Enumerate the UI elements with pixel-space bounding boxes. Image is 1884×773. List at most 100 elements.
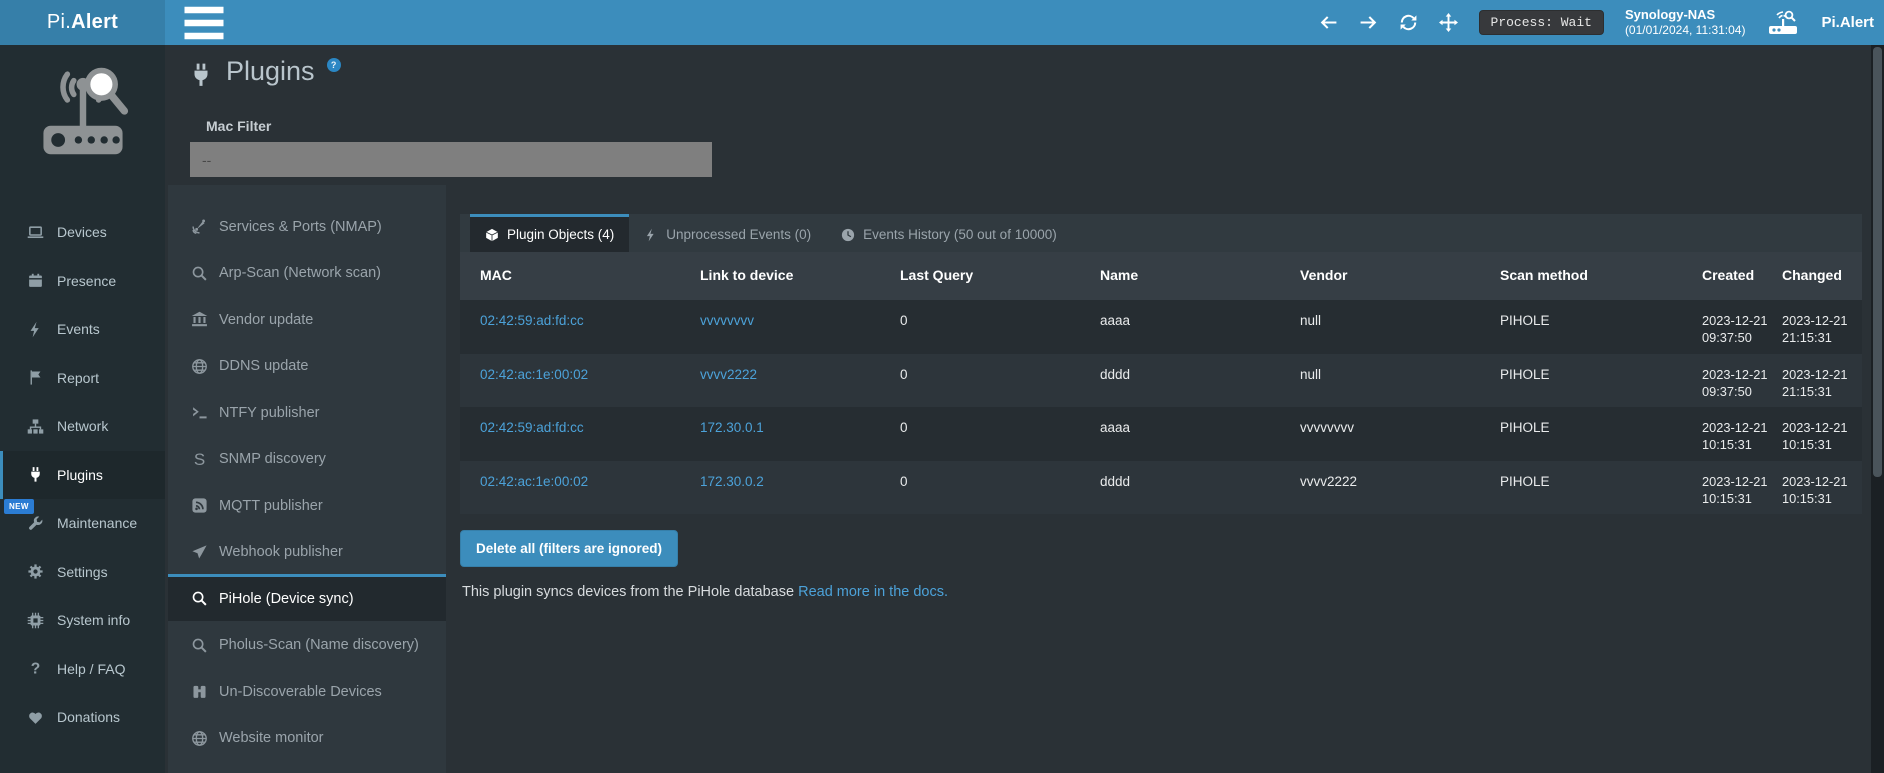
pialert-app: Pi.Alert Process: Wait Synology-NAS (01/… — [0, 0, 1884, 773]
column-header-changed: Changed — [1782, 252, 1862, 300]
sidebar-item-settings[interactable]: Settings — [0, 548, 165, 597]
plugin-nav-item-undiscoverable[interactable]: Un-Discoverable Devices — [168, 667, 446, 714]
mac-link[interactable]: 02:42:59:ad:fd:cc — [480, 420, 584, 435]
table-row: 02:42:59:ad:fd:cc vvvvvvvv 0 aaaa null P… — [460, 300, 1862, 354]
sidebar-item-plugins[interactable]: Plugins — [0, 451, 165, 500]
mac-filter-input[interactable] — [190, 142, 712, 177]
plugin-nav-label: Webhook publisher — [219, 544, 343, 560]
plugin-nav-label: Services & Ports (NMAP) — [219, 219, 382, 235]
plugin-nav-item-vendor-update[interactable]: Vendor update — [168, 295, 446, 342]
column-header-name: Name — [1100, 252, 1300, 300]
plugin-description-text: This plugin syncs devices from the PiHol… — [462, 584, 798, 600]
plugin-description: This plugin syncs devices from the PiHol… — [462, 584, 948, 600]
bolt-icon — [27, 321, 44, 338]
wrench-icon — [27, 515, 44, 532]
mac-link[interactable]: 02:42:ac:1e:00:02 — [480, 367, 588, 382]
vertical-scrollbar — [1871, 45, 1884, 773]
flag-icon — [27, 369, 44, 386]
changed-value: 2023-12-2121:15:31 — [1782, 300, 1862, 354]
plugin-nav-item-pihole[interactable]: PiHole (Device sync) — [168, 574, 446, 621]
sidebar-item-label: Presence — [57, 273, 116, 289]
vendor-value: null — [1300, 354, 1500, 408]
vendor-value: vvvvvvvv — [1300, 407, 1500, 461]
chip-icon — [27, 612, 44, 629]
nav-forward-icon[interactable] — [1359, 13, 1378, 32]
scan-method-value: PIHOLE — [1500, 461, 1702, 515]
nav-back-icon[interactable] — [1319, 13, 1338, 32]
scan-method-value: PIHOLE — [1500, 354, 1702, 408]
device-link[interactable]: vvvv2222 — [700, 367, 757, 382]
column-header-mac: MAC — [460, 252, 700, 300]
mac-link[interactable]: 02:42:ac:1e:00:02 — [480, 474, 588, 489]
binoculars-icon — [191, 683, 208, 700]
scrollbar-thumb[interactable] — [1873, 47, 1882, 477]
sidebar-item-donations[interactable]: Donations — [0, 693, 165, 742]
plugin-nav-label: NTFY publisher — [219, 405, 319, 421]
plugin-nav-item-website-monitor[interactable]: Website monitor — [168, 714, 446, 761]
sidebar-item-report[interactable]: Report — [0, 354, 165, 403]
plugin-nav-item-pholus[interactable]: Pholus-Scan (Name discovery) — [168, 621, 446, 668]
sidebar-item-label: Events — [57, 321, 100, 337]
device-link[interactable]: 172.30.0.2 — [700, 474, 764, 489]
sidebar-item-network[interactable]: Network — [0, 402, 165, 451]
cube-icon — [485, 228, 499, 242]
sidebar-item-system-info[interactable]: System info — [0, 596, 165, 645]
sidebar-item-label: Donations — [57, 709, 120, 725]
paper-plane-icon — [191, 544, 208, 561]
top-header: Pi.Alert Process: Wait Synology-NAS (01/… — [0, 0, 1884, 45]
sidebar-item-label: Plugins — [57, 467, 103, 483]
device-link[interactable]: 172.30.0.1 — [700, 420, 764, 435]
calendar-icon — [27, 272, 44, 289]
plugin-nav-item-snmp[interactable]: S SNMP discovery — [168, 435, 446, 482]
plugin-nav-item-mqtt[interactable]: MQTT publisher — [168, 481, 446, 528]
router-logo-icon — [1766, 10, 1800, 36]
docs-link[interactable]: Read more in the docs. — [798, 584, 948, 600]
tab-unprocessed-events[interactable]: Unprocessed Events (0) — [629, 214, 826, 252]
plugin-nav-item-ntfy[interactable]: NTFY publisher — [168, 388, 446, 435]
brand-prefix: Pi. — [47, 11, 71, 34]
plugin-nav-label: MQTT publisher — [219, 498, 323, 514]
plugin-nav-item-nmap[interactable]: Services & Ports (NMAP) — [168, 202, 446, 249]
plugin-nav-item-webhook[interactable]: Webhook publisher — [168, 528, 446, 575]
name-value: dddd — [1100, 354, 1300, 408]
terminal-icon — [191, 404, 208, 421]
device-link[interactable]: vvvvvvvv — [700, 313, 754, 328]
svg-text:S: S — [194, 451, 205, 468]
gear-icon — [27, 563, 44, 580]
tab-events-history[interactable]: Events History (50 out of 10000) — [826, 214, 1072, 252]
bolt-icon — [644, 228, 658, 242]
plugin-nav-label: SNMP discovery — [219, 451, 326, 467]
svg-text:?: ? — [31, 661, 41, 678]
pialert-router-logo — [0, 57, 165, 165]
page-title-text: Plugins — [226, 56, 315, 87]
search-icon — [191, 590, 208, 607]
rss-icon — [191, 497, 208, 514]
help-badge-icon[interactable]: ? — [327, 58, 341, 72]
heart-icon — [27, 709, 44, 726]
plugin-nav-label: PiHole (Device sync) — [219, 591, 354, 607]
plugin-nav-item-ddns[interactable]: DDNS update — [168, 342, 446, 389]
last-query-value: 0 — [900, 354, 1100, 408]
sidebar-item-label: Maintenance — [57, 515, 137, 531]
new-feature-badge: NEW — [4, 499, 34, 514]
brand-bold: Alert — [71, 11, 118, 34]
tab-plugin-objects[interactable]: Plugin Objects (4) — [470, 214, 629, 252]
sidebar-item-presence[interactable]: Presence — [0, 257, 165, 306]
last-query-value: 0 — [900, 407, 1100, 461]
fullscreen-move-icon[interactable] — [1439, 13, 1458, 32]
created-value: 2023-12-2109:37:50 — [1702, 300, 1782, 354]
refresh-icon[interactable] — [1399, 13, 1418, 32]
bank-icon — [191, 311, 208, 328]
sidebar-item-help-faq[interactable]: ? Help / FAQ — [0, 645, 165, 694]
sidebar-item-events[interactable]: Events — [0, 305, 165, 354]
plugin-nav-panel: Services & Ports (NMAP) Arp-Scan (Networ… — [168, 185, 446, 773]
hamburger-menu-icon[interactable] — [178, 0, 230, 45]
vendor-value: null — [1300, 300, 1500, 354]
delete-all-button[interactable]: Delete all (filters are ignored) — [460, 530, 678, 567]
sidebar-item-devices[interactable]: Devices — [0, 208, 165, 257]
sidebar-item-label: Help / FAQ — [57, 661, 125, 677]
tab-label: Plugin Objects (4) — [507, 227, 614, 242]
plugin-nav-item-arpscan[interactable]: Arp-Scan (Network scan) — [168, 249, 446, 296]
mac-link[interactable]: 02:42:59:ad:fd:cc — [480, 313, 584, 328]
brand-logo[interactable]: Pi.Alert — [0, 0, 165, 45]
